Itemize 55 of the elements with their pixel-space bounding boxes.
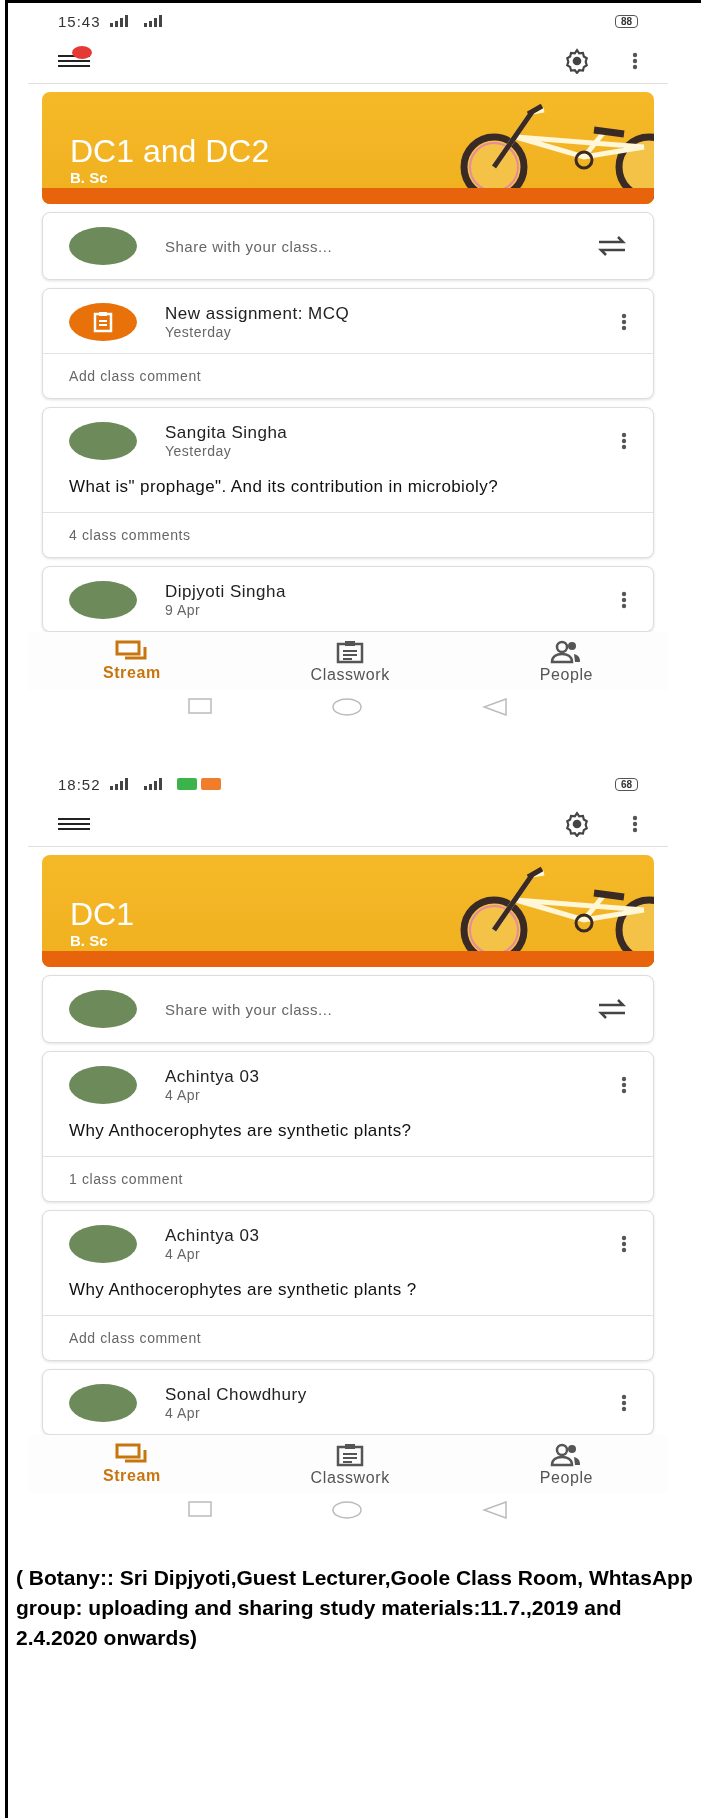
more-options-icon[interactable] — [621, 1394, 627, 1412]
battery-level: 68 — [614, 777, 638, 791]
share-card[interactable]: Share with your class... — [42, 212, 654, 280]
share-placeholder: Share with your class... — [165, 237, 334, 255]
post-text: Why Anthocerophytes are synthetic plants? — [68, 1120, 413, 1142]
more-options-icon[interactable] — [621, 1235, 627, 1253]
nav-tab[interactable]: People — [525, 638, 608, 686]
post-date: 9 Apr — [165, 602, 202, 618]
more-options-icon[interactable] — [621, 313, 627, 331]
nav-tab[interactable]: Classwork — [296, 638, 404, 686]
post-date: 4 Apr — [165, 1087, 202, 1103]
author-name: Sonal Chowdhury — [165, 1385, 308, 1405]
author-name: Dipjyoti Singha — [165, 582, 287, 602]
status-time: 18:52 — [58, 775, 101, 793]
nav-tab[interactable]: Classwork — [296, 1441, 404, 1489]
people-icon — [550, 1443, 583, 1467]
post-date: Yesterday — [165, 324, 233, 340]
author-name: Achintya 03 — [165, 1067, 261, 1087]
chat-icon — [114, 1443, 149, 1465]
nav-tab[interactable]: Stream — [88, 1441, 175, 1489]
class-title: DC1 and DC2 — [70, 133, 271, 169]
more-options-icon[interactable] — [632, 52, 638, 70]
notification-dot — [72, 46, 92, 59]
status-time: 15:43 — [58, 12, 101, 30]
people-icon — [550, 640, 583, 664]
nav-tab[interactable]: Stream — [88, 638, 175, 686]
nav-tab[interactable]: People — [525, 1441, 608, 1489]
post-date: Yesterday — [165, 443, 233, 459]
class-section: B. Sc — [70, 932, 654, 949]
class-comment-link[interactable]: Add class comment — [43, 1315, 653, 1360]
post-date: 4 Apr — [165, 1405, 202, 1421]
more-options-icon[interactable] — [632, 815, 638, 833]
repost-icon[interactable] — [597, 234, 627, 258]
share-placeholder: Share with your class... — [165, 1000, 334, 1018]
post-text: Why Anthocerophytes are synthetic plants ? — [68, 1279, 418, 1301]
caption-text: ( Botany:: Sri Dipjyoti,Guest Lecturer,Goole Class Room, WhtasApp group: uploading and sharing study materials:11.7.,2019 and 2.4.2020 onwards) — [16, 1565, 694, 1651]
clipboard-icon — [335, 640, 366, 664]
clipboard-icon — [335, 1443, 366, 1467]
class-comment-link[interactable]: 4 class comments — [43, 512, 653, 557]
chat-icon — [114, 640, 149, 662]
assignment-title: New assignment: MCQ — [165, 304, 351, 324]
more-options-icon[interactable] — [621, 432, 627, 450]
repost-icon[interactable] — [597, 997, 627, 1021]
share-card[interactable]: Share with your class... — [42, 975, 654, 1043]
more-options-icon[interactable] — [621, 1076, 627, 1094]
post-date: 4 Apr — [165, 1246, 202, 1262]
class-comment-link[interactable]: Add class comment — [43, 353, 653, 398]
post-text: What is" prophage". And its contribution in microbioly? — [68, 476, 500, 498]
author-name: Sangita Singha — [165, 423, 289, 443]
class-section: B. Sc — [70, 169, 654, 186]
more-options-icon[interactable] — [621, 591, 627, 609]
class-comment-link[interactable]: 1 class comment — [43, 1156, 653, 1201]
battery-level: 88 — [614, 14, 638, 28]
author-name: Achintya 03 — [165, 1226, 261, 1246]
class-title: DC1 — [70, 896, 135, 932]
